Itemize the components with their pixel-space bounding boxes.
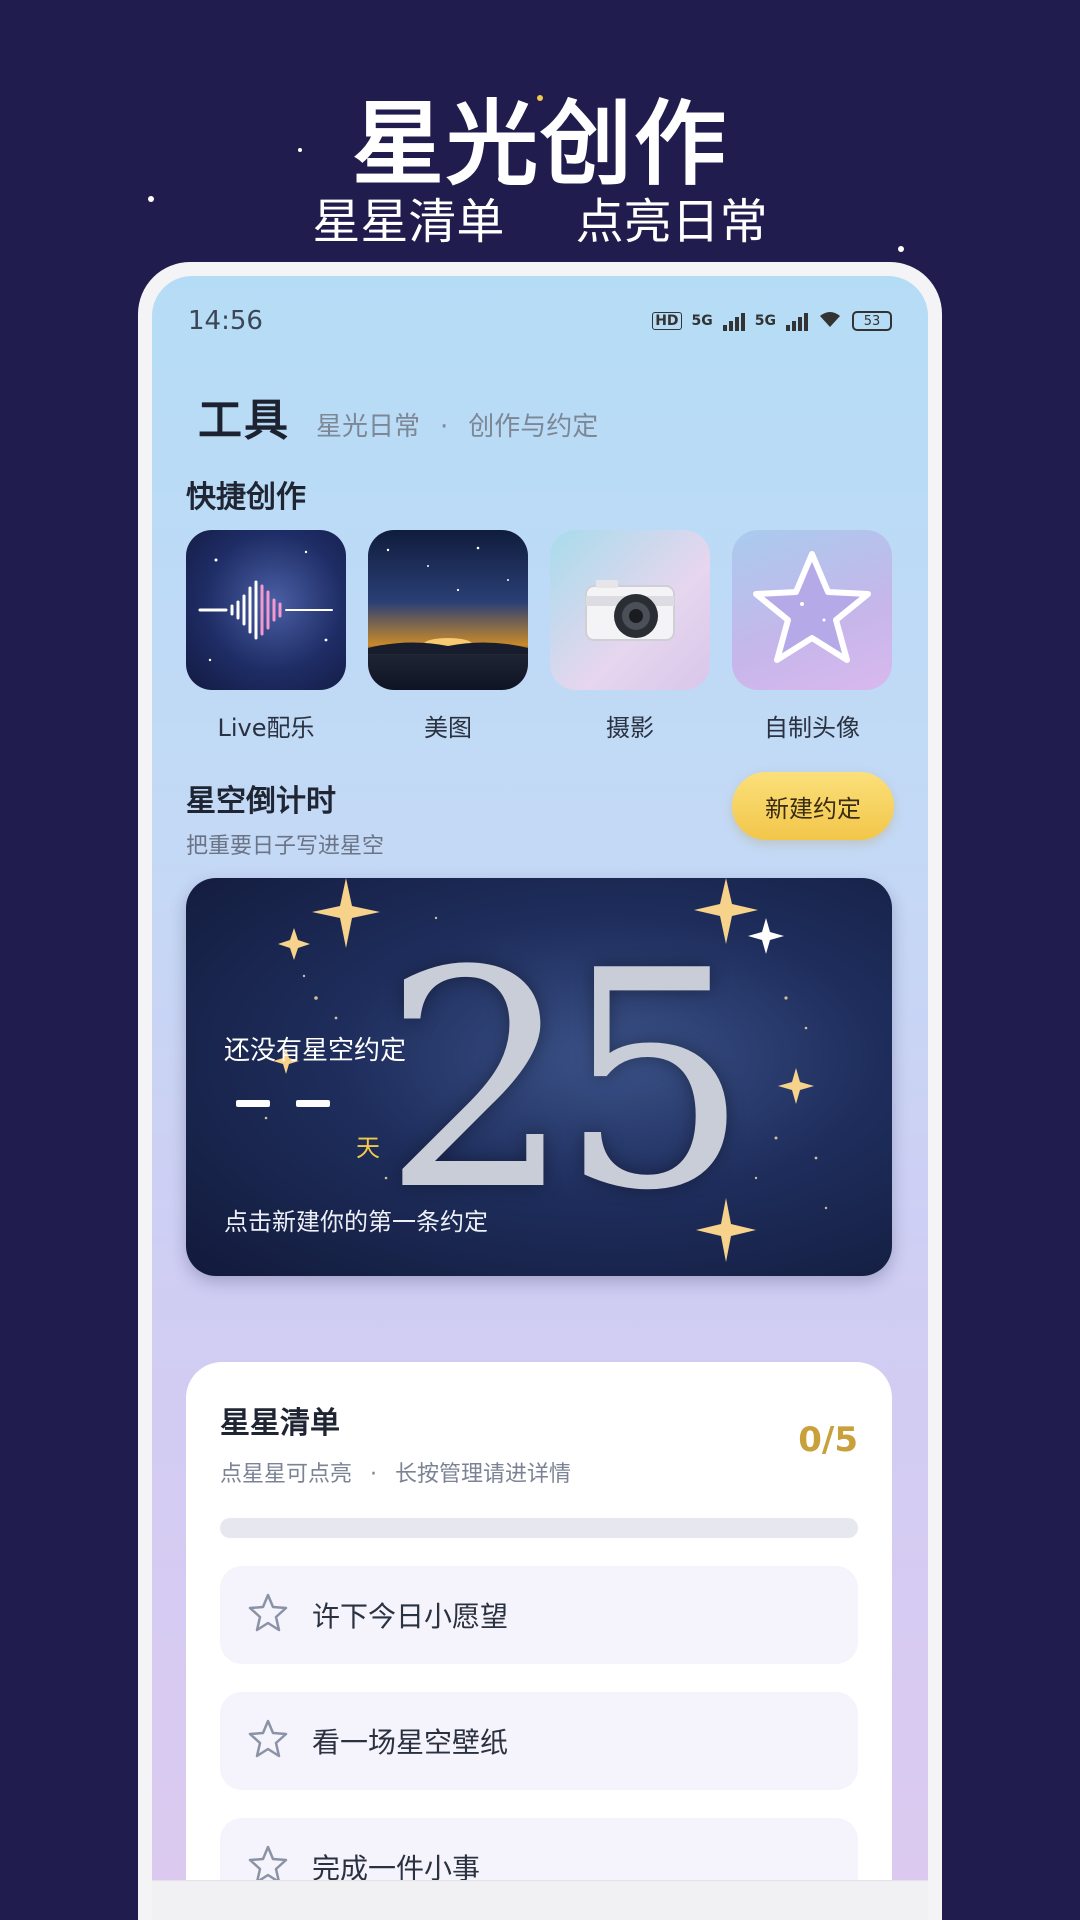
star-list-subtitle: 点星星可点亮 · 长按管理请进详情	[220, 1456, 858, 1488]
days-unit: 天	[356, 1134, 380, 1162]
star-list-count: 0/5	[798, 1420, 858, 1460]
soundwave-icon	[186, 530, 346, 690]
camera-icon	[550, 530, 710, 690]
task-item[interactable]: 看一场星空壁纸	[220, 1692, 858, 1790]
battery-icon: 53	[852, 311, 892, 331]
app-screen: 14:56 HD 5G 5G 53 工具 星光日常 · 创作与约定 快捷创作 L…	[152, 276, 928, 1920]
wifi-icon	[818, 309, 842, 333]
starry-landscape-icon	[368, 530, 528, 690]
countdown-header: 星空倒计时 把重要日子写进星空 新建约定	[186, 772, 894, 860]
page-subtitle-left: 星光日常	[316, 412, 421, 442]
task-label: 许下今日小愿望	[312, 1600, 509, 1633]
star-list-progress	[220, 1518, 858, 1538]
status-time: 14:56	[188, 306, 263, 336]
star-list-sub-right: 长按管理请进详情	[395, 1462, 572, 1487]
countdown-card-title: 还没有星空约定	[224, 1036, 407, 1066]
bottom-tab-bar[interactable]	[152, 1880, 928, 1920]
promo-subtitle: 星星清单 点亮日常	[0, 182, 1080, 252]
page-header: 工具 星光日常 · 创作与约定	[198, 384, 598, 448]
star-icon	[732, 530, 892, 690]
signal-icon	[722, 311, 745, 331]
quick-item-avatar[interactable]: 自制头像	[732, 530, 892, 743]
signal-icon	[786, 311, 808, 331]
hd-icon: HD	[652, 312, 682, 330]
quick-item-label: 自制头像	[764, 714, 860, 742]
page-subtitle-right: 创作与约定	[468, 412, 599, 442]
status-icons: HD 5G 5G 53	[652, 309, 892, 333]
quick-create-label: 快捷创作	[186, 480, 306, 515]
page-title: 工具	[198, 395, 290, 446]
task-item[interactable]: 许下今日小愿望	[220, 1566, 858, 1664]
star-outline-icon[interactable]	[246, 1591, 290, 1639]
subtitle-separator: ·	[370, 1462, 378, 1487]
new-appointment-button[interactable]: 新建约定	[732, 772, 894, 840]
network-label: 5G	[754, 313, 776, 329]
promo-subtitle-right: 点亮日常	[575, 194, 768, 250]
status-bar: 14:56 HD 5G 5G 53	[188, 306, 892, 336]
quick-create-row: Live配乐 美图 摄影 自制头像	[186, 530, 892, 743]
task-label: 看一场星空壁纸	[312, 1726, 509, 1759]
star-outline-icon[interactable]	[246, 1717, 290, 1765]
quick-item-meitu[interactable]: 美图	[368, 530, 528, 743]
quick-item-photography[interactable]: 摄影	[550, 530, 710, 743]
page-subtitle: 星光日常 · 创作与约定	[316, 406, 598, 443]
countdown-card[interactable]: 25 还没有星空约定 天 点击新建你的第一条约定	[186, 878, 892, 1276]
countdown-card-hint: 点击新建你的第一条约定	[224, 1208, 488, 1236]
quick-item-label: 摄影	[606, 714, 654, 742]
quick-item-label: 美图	[424, 714, 472, 742]
star-list-title: 星星清单	[220, 1406, 340, 1441]
star-list-card: 星星清单 点星星可点亮 · 长按管理请进详情 0/5 许下今日小愿望 看一场星空壁纸	[186, 1362, 892, 1920]
star-list-sub-left: 点星星可点亮	[220, 1462, 353, 1487]
network-label: 5G	[691, 313, 713, 329]
days-placeholder	[236, 1100, 330, 1107]
subtitle-separator: ·	[440, 412, 449, 442]
promo-subtitle-left: 星星清单	[312, 194, 505, 250]
countdown-big-number: 25	[382, 907, 750, 1256]
phone-frame: 14:56 HD 5G 5G 53 工具 星光日常 · 创作与约定 快捷创作 L…	[138, 262, 942, 1920]
quick-item-label: Live配乐	[217, 714, 315, 742]
quick-item-live-music[interactable]: Live配乐	[186, 530, 346, 743]
